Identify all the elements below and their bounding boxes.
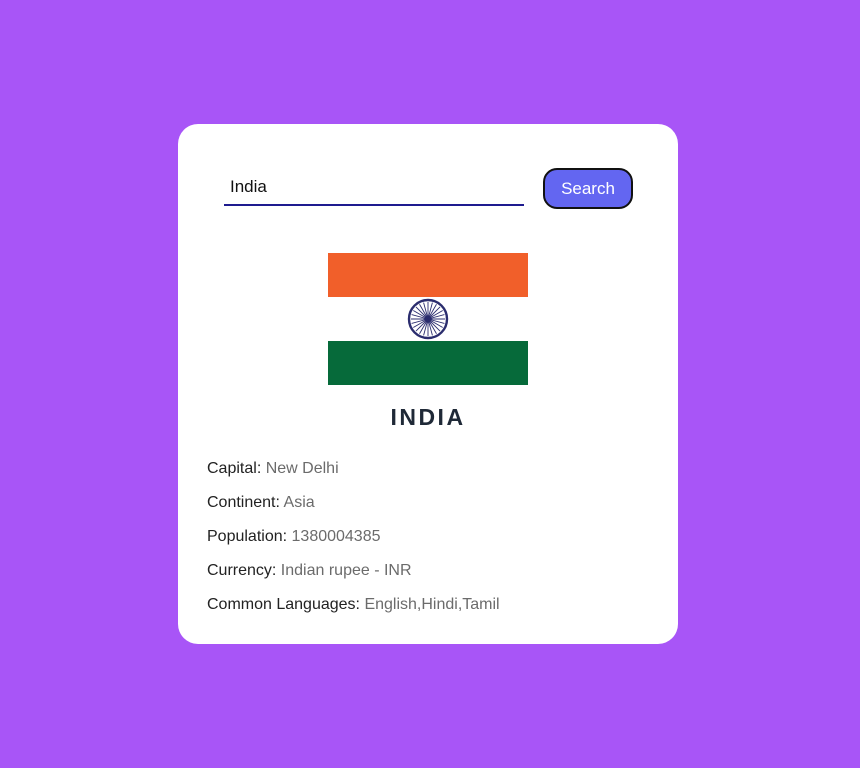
ashoka-chakra-icon [407,298,449,340]
detail-languages: Common Languages: English,Hindi,Tamil [207,596,500,613]
detail-continent: Continent: Asia [207,494,315,511]
country-name: INDIA [390,404,466,430]
detail-value: New Delhi [265,460,339,477]
detail-population: Population: 1380004385 [207,528,381,545]
detail-label: Continent [207,494,276,511]
detail-label: Common Languages [207,596,356,613]
detail-currency: Currency: Indian rupee - INR [207,562,412,579]
search-button[interactable]: Search [543,168,633,209]
detail-label: Population [207,528,283,545]
detail-label: Currency [207,562,272,579]
detail-label: Capital [207,460,257,477]
country-details: Capital: New Delhi Continent: Asia Popul… [207,458,500,628]
detail-value: 1380004385 [291,528,381,545]
flag-image [328,253,528,385]
detail-value: Asia [283,494,315,511]
country-card: Search INDIA Capital: New Delhi Continen… [178,124,678,644]
detail-value: Indian rupee - INR [280,562,412,579]
flag-green-band [328,341,528,385]
flag-saffron-band [328,253,528,297]
search-input[interactable] [224,170,524,206]
detail-capital: Capital: New Delhi [207,460,339,477]
detail-value: English,Hindi,Tamil [364,596,500,613]
